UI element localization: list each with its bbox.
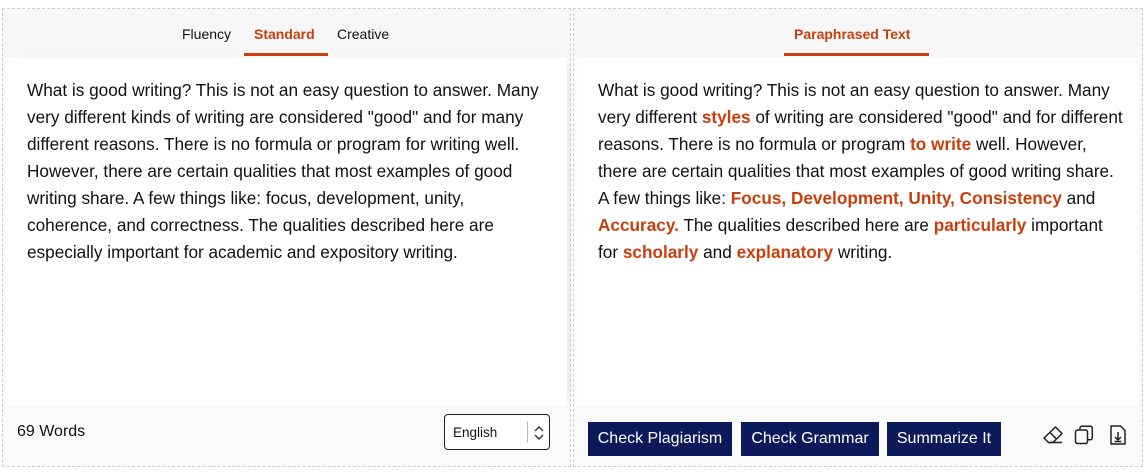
output-text-segment: writing.	[833, 242, 893, 262]
output-text-area: What is good writing? This is not an eas…	[577, 58, 1139, 406]
summarize-button[interactable]: Summarize It	[887, 422, 1001, 456]
output-text-segment: The qualities described here are	[678, 215, 934, 235]
mode-tabs: Fluency Standard Creative	[3, 9, 570, 57]
tab-fluency[interactable]: Fluency	[182, 26, 231, 42]
eraser-icon[interactable]	[1041, 423, 1065, 447]
download-icon[interactable]	[1106, 423, 1130, 447]
active-tab-underline	[244, 53, 328, 56]
check-plagiarism-button[interactable]: Check Plagiarism	[588, 422, 732, 456]
select-divider	[527, 421, 528, 443]
tab-standard[interactable]: Standard	[254, 26, 315, 42]
input-text[interactable]: What is good writing? This is not an eas…	[27, 77, 553, 266]
changed-phrase[interactable]: explanatory	[737, 242, 833, 262]
output-text-segment: and	[1061, 188, 1096, 208]
language-select-value: English	[453, 425, 498, 440]
output-panel: Paraphrased Text What is good writing? T…	[573, 8, 1143, 467]
changed-phrase[interactable]: Focus, Development, Unity, Consistency	[731, 188, 1062, 208]
word-count: 69 Words	[17, 423, 86, 440]
changed-phrase[interactable]: scholarly	[623, 242, 698, 262]
output-tabs: Paraphrased Text	[574, 9, 1142, 57]
input-text-area[interactable]: What is good writing? This is not an eas…	[6, 58, 567, 406]
active-tab-underline	[784, 53, 929, 56]
changed-phrase[interactable]: styles	[702, 107, 751, 127]
copy-icon[interactable]	[1072, 423, 1096, 447]
language-select[interactable]: English	[444, 414, 550, 450]
changed-phrase[interactable]: to write	[910, 134, 971, 154]
changed-phrase[interactable]: particularly	[934, 215, 1027, 235]
tab-paraphrased-text[interactable]: Paraphrased Text	[794, 26, 910, 42]
output-text[interactable]: What is good writing? This is not an eas…	[598, 77, 1125, 266]
check-grammar-button[interactable]: Check Grammar	[741, 422, 879, 456]
chevron-up-down-icon	[533, 421, 545, 445]
output-text-segment: and	[698, 242, 737, 262]
tab-creative[interactable]: Creative	[337, 26, 389, 42]
input-panel: Fluency Standard Creative What is good w…	[2, 8, 571, 467]
changed-phrase[interactable]: Accuracy.	[598, 215, 679, 235]
